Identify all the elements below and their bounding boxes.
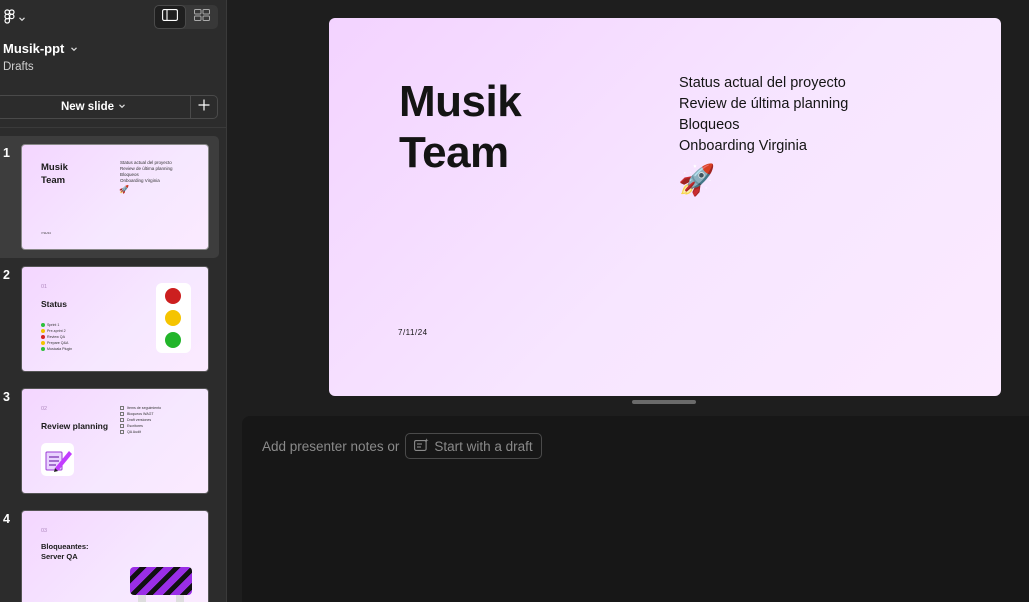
status-dot — [41, 329, 45, 334]
add-slide-button[interactable] — [191, 96, 217, 118]
checkbox-icon — [120, 430, 124, 434]
slides-app: Musik-ppt Drafts New slide 1 Musik Team … — [0, 0, 1029, 602]
current-slide[interactable]: Musik Team Status actual del proyecto Re… — [329, 18, 1001, 396]
yellow-lamp — [165, 310, 181, 326]
sidebar: Musik-ppt Drafts New slide 1 Musik Team … — [0, 0, 227, 602]
status-label: Pre-sprint 2 — [47, 329, 66, 333]
status-label: Sprint 1 — [47, 323, 60, 327]
new-slide-row: New slide — [0, 95, 218, 119]
thumb-bullet: Onboarding Virginia — [120, 178, 160, 183]
checkbox-icon — [120, 424, 124, 428]
section-number: 01 — [41, 284, 48, 290]
notes-resize-handle[interactable] — [632, 400, 696, 404]
canvas: Musik Team Status actual del proyecto Re… — [228, 0, 1029, 602]
sidebar-layout-icon — [162, 8, 178, 26]
slide-thumbnail-1[interactable]: 1 Musik Team Status actual del proyecto … — [0, 136, 219, 258]
ai-draft-icon — [414, 438, 429, 454]
construction-barrier-icon — [130, 567, 192, 595]
status-dot — [41, 323, 45, 328]
slide-preview: 02 Review planning Items de seguimiento … — [21, 388, 209, 494]
rocket-icon: 🚀 — [119, 185, 129, 194]
file-location: Drafts — [3, 61, 34, 73]
slide-title-line: Musik — [399, 77, 522, 126]
checkbox-icon — [120, 418, 124, 422]
new-slide-button[interactable]: New slide — [0, 96, 191, 118]
slide-number: 2 — [3, 268, 10, 282]
grid-icon — [194, 8, 210, 26]
file-name-button[interactable]: Musik-ppt — [3, 41, 78, 56]
chevron-down-icon — [18, 10, 26, 28]
single-view-button[interactable] — [154, 5, 186, 29]
agenda-list[interactable]: Status actual del proyecto Review de últ… — [679, 73, 848, 157]
slide-date[interactable]: 7/11/24 — [398, 328, 428, 337]
green-lamp — [165, 332, 181, 348]
agenda-item: Bloqueos — [679, 117, 740, 133]
slide-preview: 01 Status Sprint 1 Pre-sprint 2 Review Q… — [21, 266, 209, 372]
notes-prompt: Add presenter notes or Start with a draf… — [262, 433, 542, 459]
chevron-down-icon — [118, 101, 126, 113]
checklist: Items de seguimiento Bloqueos WAGT Draft… — [120, 405, 161, 435]
status-label: Musicala Plugin — [47, 347, 73, 351]
figma-logo-icon — [4, 9, 15, 29]
sidebar-divider — [0, 127, 226, 128]
slide-title-line: Team — [399, 128, 509, 177]
notes-placeholder[interactable]: Add presenter notes or — [262, 439, 399, 454]
agenda-item: Status actual del proyecto — [679, 75, 846, 91]
slide-thumbnail-4[interactable]: 4 03 Bloqueantes: Server QA — [0, 502, 219, 602]
status-row: Musicala Plugin — [41, 346, 72, 352]
slide-number: 3 — [3, 390, 10, 404]
thumb-title: Status — [41, 299, 67, 309]
thumb-bullets: Status actual del proyecto Review de últ… — [120, 160, 173, 184]
presenter-notes-panel[interactable]: Add presenter notes or Start with a draf… — [242, 416, 1029, 602]
grid-view-button[interactable] — [186, 5, 218, 29]
checklist-label: QA Audit — [127, 430, 141, 434]
memo-icon — [41, 443, 74, 476]
slide-number: 1 — [3, 146, 10, 160]
view-toggle — [154, 5, 218, 29]
slide-number: 4 — [3, 512, 10, 526]
slide-thumbnail-3[interactable]: 3 02 Review planning Items de seguimient… — [0, 380, 219, 502]
agenda-item: Review de última planning — [679, 96, 849, 112]
slide-preview: Musik Team Status actual del proyecto Re… — [21, 144, 209, 250]
plus-icon — [198, 98, 210, 116]
status-label: Review QA — [47, 335, 65, 339]
new-slide-label: New slide — [60, 101, 115, 113]
thumb-title: Bloqueantes: Server QA — [41, 542, 89, 561]
rocket-icon[interactable]: 🚀 — [678, 163, 715, 198]
checkbox-icon — [120, 406, 124, 410]
chevron-down-icon — [70, 41, 78, 56]
slide-thumbnail-2[interactable]: 2 01 Status Sprint 1 Pre-sprint 2 Review… — [0, 258, 219, 380]
agenda-item: Onboarding Virginia — [679, 138, 807, 154]
red-lamp — [165, 288, 181, 304]
status-dot — [41, 347, 45, 352]
file-name: Musik-ppt — [3, 41, 65, 56]
thumb-title: Review planning — [41, 421, 109, 431]
status-dot — [41, 335, 45, 340]
thumb-date: 7/11/24 — [41, 231, 51, 235]
main-menu-button[interactable] — [4, 9, 26, 29]
slide-preview: 03 Bloqueantes: Server QA — [21, 510, 209, 602]
section-number: 03 — [41, 528, 48, 534]
checklist-row: QA Audit — [120, 429, 161, 435]
start-with-draft-button[interactable]: Start with a draft — [405, 433, 542, 459]
thumb-title: Musik Team — [41, 162, 68, 186]
status-list: Sprint 1 Pre-sprint 2 Review QA Prepare … — [41, 322, 72, 352]
status-label: Prepare Q&A — [47, 341, 69, 345]
barrier-leg — [176, 595, 184, 602]
status-dot — [41, 341, 45, 346]
checkbox-icon — [120, 412, 124, 416]
draft-button-label: Start with a draft — [434, 438, 533, 454]
slide-title[interactable]: Musik Team — [399, 76, 522, 178]
barrier-leg — [138, 595, 146, 602]
traffic-light-icon — [156, 283, 191, 353]
section-number: 02 — [41, 406, 48, 412]
